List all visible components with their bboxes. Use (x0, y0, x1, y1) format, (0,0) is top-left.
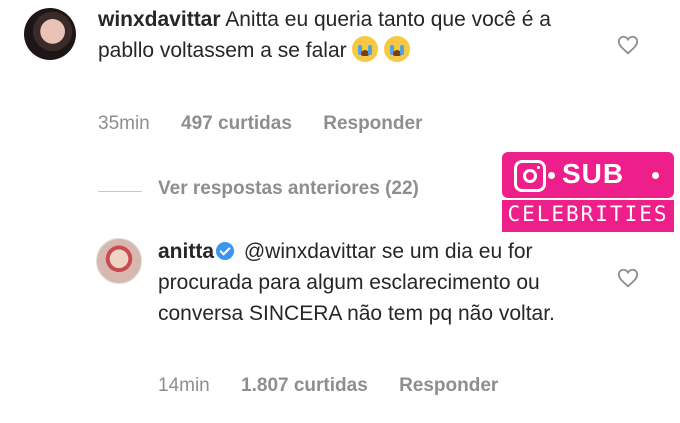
verified-icon (216, 242, 235, 260)
comment-time: 35min (98, 113, 150, 134)
dot-icon (548, 172, 555, 179)
divider (98, 191, 142, 192)
comment-meta: 35min 497 curtidas Responder (98, 113, 448, 135)
likes-count[interactable]: 1.807 curtidas (241, 375, 368, 396)
watermark-subtitle: CELEBRITIES (507, 202, 669, 226)
avatar[interactable] (24, 8, 76, 60)
dot-icon (652, 172, 659, 179)
heart-icon[interactable] (617, 267, 639, 289)
crying-emoji-icon (384, 36, 411, 62)
heart-icon[interactable] (617, 34, 639, 56)
instagram-icon (514, 160, 546, 192)
watermark-title: SUB (562, 158, 625, 189)
comment-username[interactable]: winxdavittar (98, 8, 221, 31)
avatar[interactable] (96, 238, 142, 284)
crying-emoji-icon (352, 36, 379, 62)
comment-body: winxdavittar Anitta eu queria tanto que … (98, 4, 598, 66)
watermark-badge: SUB CELEBRITIES (502, 152, 674, 232)
mention-link[interactable]: @winxdavittar (244, 240, 376, 263)
likes-count[interactable]: 497 curtidas (181, 113, 292, 134)
comment-body: anitta @winxdavittar se um dia eu for pr… (158, 236, 588, 329)
comment-time: 14min (158, 375, 210, 396)
comment-username[interactable]: anitta (158, 240, 214, 263)
comment-meta: 14min 1.807 curtidas Responder (158, 375, 524, 397)
reply-button[interactable]: Responder (323, 113, 422, 134)
view-previous-replies[interactable]: Ver respostas anteriores (22) (158, 178, 419, 200)
reply-button[interactable]: Responder (399, 375, 498, 396)
